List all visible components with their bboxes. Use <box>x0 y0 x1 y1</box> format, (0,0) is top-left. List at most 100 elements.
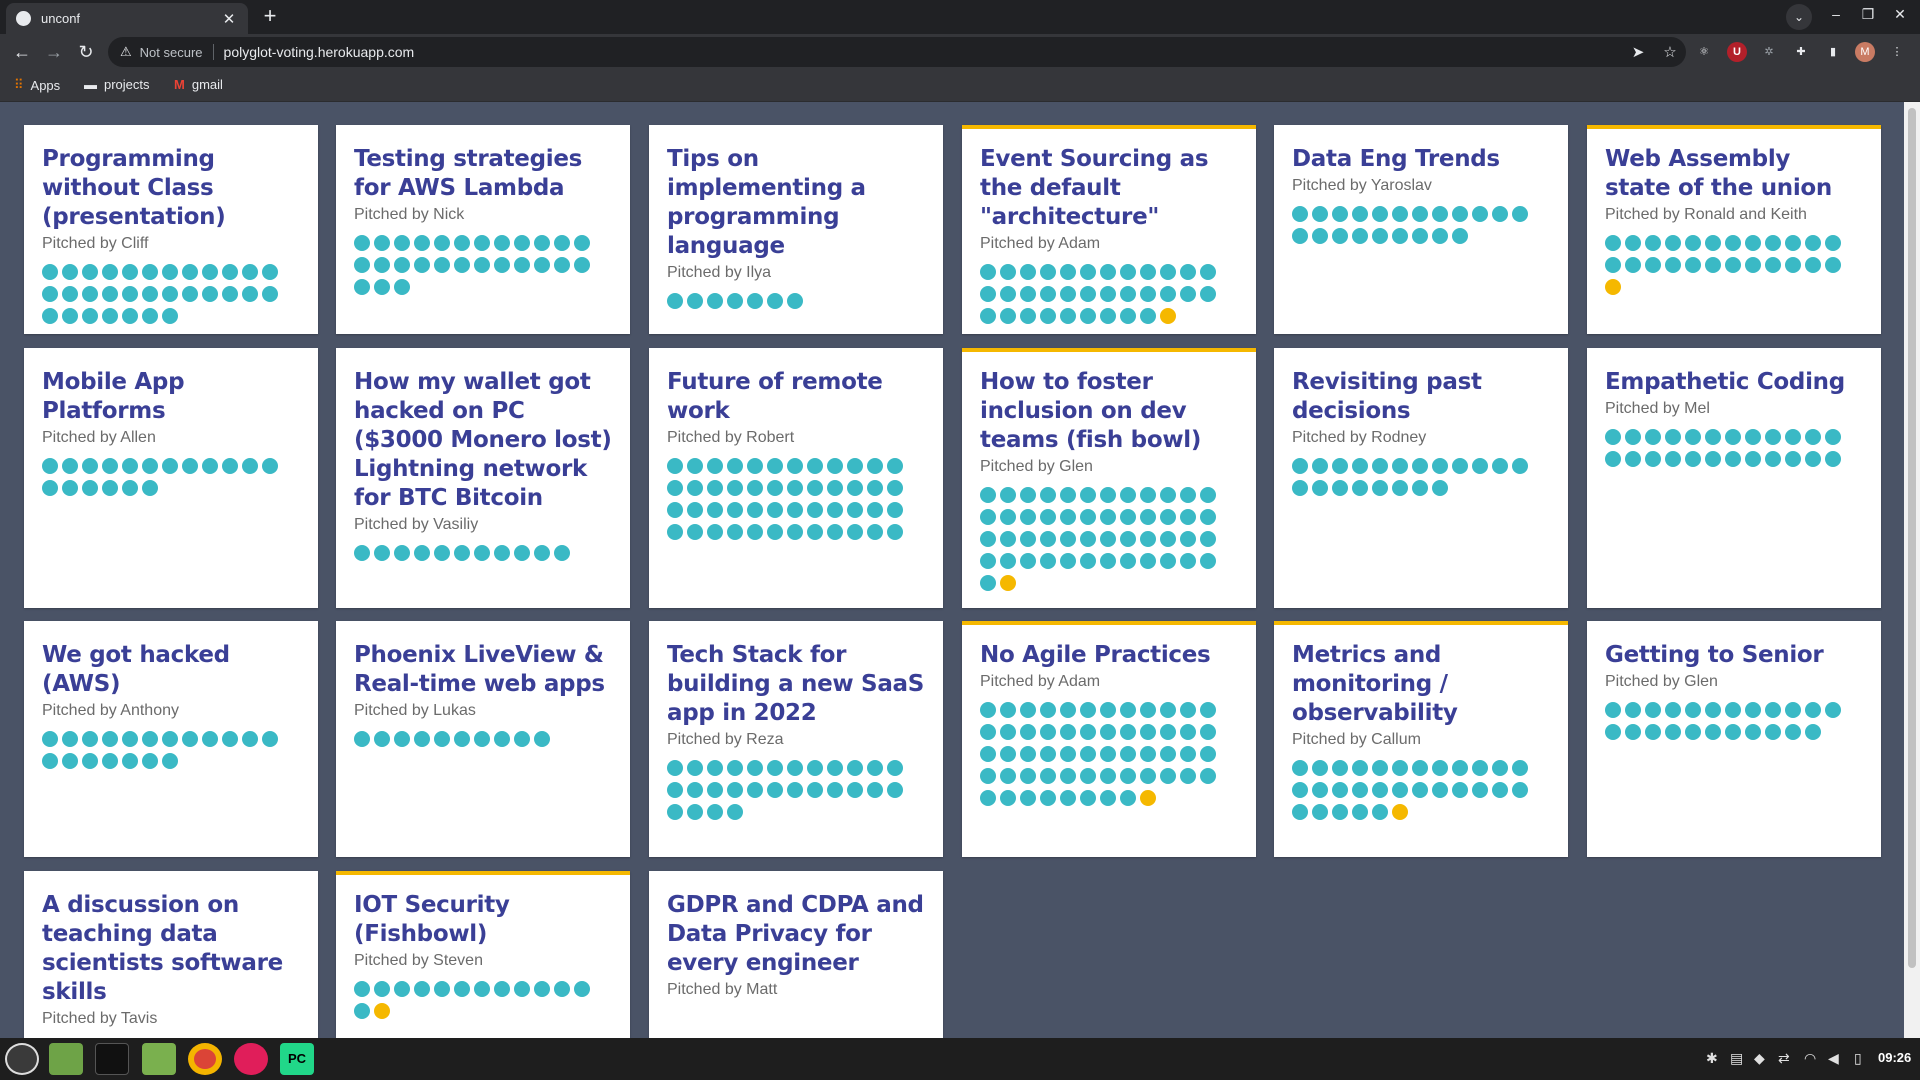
topic-card[interactable]: We got hacked (AWS) Pitched by Anthony <box>24 621 318 857</box>
minimize-icon[interactable]: – <box>1824 6 1848 22</box>
tab-unconf[interactable]: unconf ✕ <box>6 3 248 34</box>
os-taskbar: PC ✱ ▤ ◆ ⇄ ◠ ◀ ▯ 09:26 <box>0 1038 1920 1080</box>
vote-dot <box>102 731 118 747</box>
topic-card[interactable]: Getting to Senior Pitched by Glen <box>1587 621 1881 857</box>
clock[interactable]: 09:26 <box>1878 1050 1911 1065</box>
side-panel-icon[interactable]: ▮ <box>1823 42 1843 62</box>
profile-avatar[interactable]: M <box>1855 42 1875 62</box>
extensions-puzzle-icon[interactable]: ✚ <box>1791 42 1811 62</box>
bluetooth-icon[interactable]: ✱ <box>1706 1050 1718 1067</box>
topic-card[interactable]: Revisiting past decisions Pitched by Rodn… <box>1274 348 1568 608</box>
bookmark-star-icon[interactable]: ☆ <box>1654 43 1686 61</box>
tab-search-icon[interactable]: ⌄ <box>1786 4 1812 30</box>
vote-dot <box>1120 768 1136 784</box>
warning-icon[interactable]: ⚠ <box>120 44 132 60</box>
close-window-icon[interactable]: ✕ <box>1888 6 1912 23</box>
vote-dot <box>1120 531 1136 547</box>
vote-dot <box>354 235 370 251</box>
vote-dot <box>787 760 803 776</box>
send-icon[interactable]: ➤ <box>1622 43 1654 61</box>
vote-dot <box>1120 286 1136 302</box>
vote-dot <box>1785 702 1801 718</box>
vote-dot <box>1080 790 1096 806</box>
topic-title: Phoenix LiveView & Real-time web apps <box>354 642 605 697</box>
bookmark-projects[interactable]: ▬ projects <box>84 77 150 92</box>
vote-dot <box>747 524 763 540</box>
vote-dot <box>1605 257 1621 273</box>
topic-card[interactable]: Web Assembly state of the union Pitched b… <box>1587 125 1881 334</box>
restore-icon[interactable]: ❐ <box>1856 6 1880 23</box>
pitched-by: Pitched by Steven <box>354 952 483 969</box>
topic-card[interactable]: A discussion on teaching data scientists… <box>24 871 318 1038</box>
topic-card[interactable]: No Agile Practices Pitched by Adam <box>962 621 1256 857</box>
vote-dot <box>62 308 78 324</box>
network-tray-icon[interactable]: ⇄ <box>1778 1050 1790 1067</box>
wifi-icon[interactable]: ◠ <box>1804 1050 1816 1067</box>
clipboard-icon[interactable]: ▤ <box>1730 1050 1743 1067</box>
topic-card[interactable]: IOT Security (Fishbowl) Pitched by Steven <box>336 871 630 1038</box>
vote-dot <box>667 524 683 540</box>
new-tab-button[interactable]: + <box>256 4 284 30</box>
bookmark-apps[interactable]: ⠿ Apps <box>14 77 60 93</box>
start-menu-icon[interactable] <box>5 1043 39 1075</box>
bookmark-gmail[interactable]: M gmail <box>174 77 223 92</box>
scrollbar[interactable] <box>1904 102 1920 1038</box>
vote-dot <box>1392 458 1408 474</box>
topic-card[interactable]: Programming without Class (presentation)… <box>24 125 318 334</box>
topic-card[interactable]: Phoenix LiveView & Real-time web apps Pit… <box>336 621 630 857</box>
vote-dot <box>667 458 683 474</box>
vote-dot <box>42 731 58 747</box>
url-text[interactable]: polyglot-voting.herokuapp.com <box>224 44 1622 60</box>
topic-card[interactable]: Event Sourcing as the default "architect… <box>962 125 1256 334</box>
vote-dot <box>222 286 238 302</box>
vote-dot <box>554 257 570 273</box>
pycharm-icon[interactable]: PC <box>280 1043 314 1075</box>
vote-dot <box>667 804 683 820</box>
topic-card[interactable]: Mobile App Platforms Pitched by Allen <box>24 348 318 608</box>
vote-dot <box>747 502 763 518</box>
folder-app-icon[interactable] <box>142 1043 176 1075</box>
topic-card[interactable]: How my wallet got hacked on PC ($3000 Mo… <box>336 348 630 608</box>
battery-icon[interactable]: ▯ <box>1854 1050 1862 1067</box>
files-icon[interactable] <box>49 1043 83 1075</box>
ublock-icon[interactable]: U <box>1727 42 1747 62</box>
topic-card[interactable]: GDPR and CDPA and Data Privacy for every… <box>649 871 943 1038</box>
topic-card[interactable]: Tech Stack for building a new SaaS app i… <box>649 621 943 857</box>
vote-dot <box>1080 509 1096 525</box>
topic-card[interactable]: Tips on implementing a programming langu… <box>649 125 943 334</box>
terminal-icon[interactable] <box>95 1043 129 1075</box>
volume-icon[interactable]: ◀ <box>1828 1050 1839 1067</box>
vote-dot <box>374 235 390 251</box>
vote-dot <box>1000 768 1016 784</box>
react-devtools-icon[interactable]: ⚛ <box>1694 42 1714 62</box>
vote-dot <box>1412 480 1428 496</box>
vote-dot <box>767 782 783 798</box>
back-icon[interactable]: ← <box>10 41 34 65</box>
scrollbar-thumb[interactable] <box>1908 108 1916 968</box>
close-tab-icon[interactable]: ✕ <box>220 10 238 28</box>
extension-gear-icon[interactable]: ✲ <box>1759 42 1779 62</box>
vote-dot <box>1100 768 1116 784</box>
vote-dot <box>62 480 78 496</box>
topic-card[interactable]: Metrics and monitoring / observability Pi… <box>1274 621 1568 857</box>
vote-dot <box>142 308 158 324</box>
vote-dot <box>1352 458 1368 474</box>
vote-dot <box>1685 451 1701 467</box>
reload-icon[interactable]: ↻ <box>74 41 98 65</box>
slack-icon[interactable] <box>234 1043 268 1075</box>
shield-icon[interactable]: ◆ <box>1754 1050 1765 1067</box>
menu-kebab-icon[interactable]: ⋮ <box>1887 42 1907 62</box>
topic-card[interactable]: Data Eng Trends Pitched by Yaroslav <box>1274 125 1568 334</box>
vote-dot <box>494 981 510 997</box>
vote-dot <box>394 235 410 251</box>
address-bar[interactable]: ⚠ Not secure polyglot-voting.herokuapp.c… <box>108 37 1686 67</box>
topic-card[interactable]: Empathetic Coding Pitched by Mel <box>1587 348 1881 608</box>
topic-card[interactable]: How to foster inclusion on dev teams (fi… <box>962 348 1256 608</box>
vote-dot <box>1665 724 1681 740</box>
topic-card[interactable]: Future of remote work Pitched by Robert <box>649 348 943 608</box>
chrome-icon[interactable] <box>188 1043 222 1075</box>
security-label[interactable]: Not secure <box>140 45 203 60</box>
forward-icon[interactable]: → <box>42 41 66 65</box>
topic-card[interactable]: Testing strategies for AWS Lambda Pitched… <box>336 125 630 334</box>
vote-dot <box>454 545 470 561</box>
